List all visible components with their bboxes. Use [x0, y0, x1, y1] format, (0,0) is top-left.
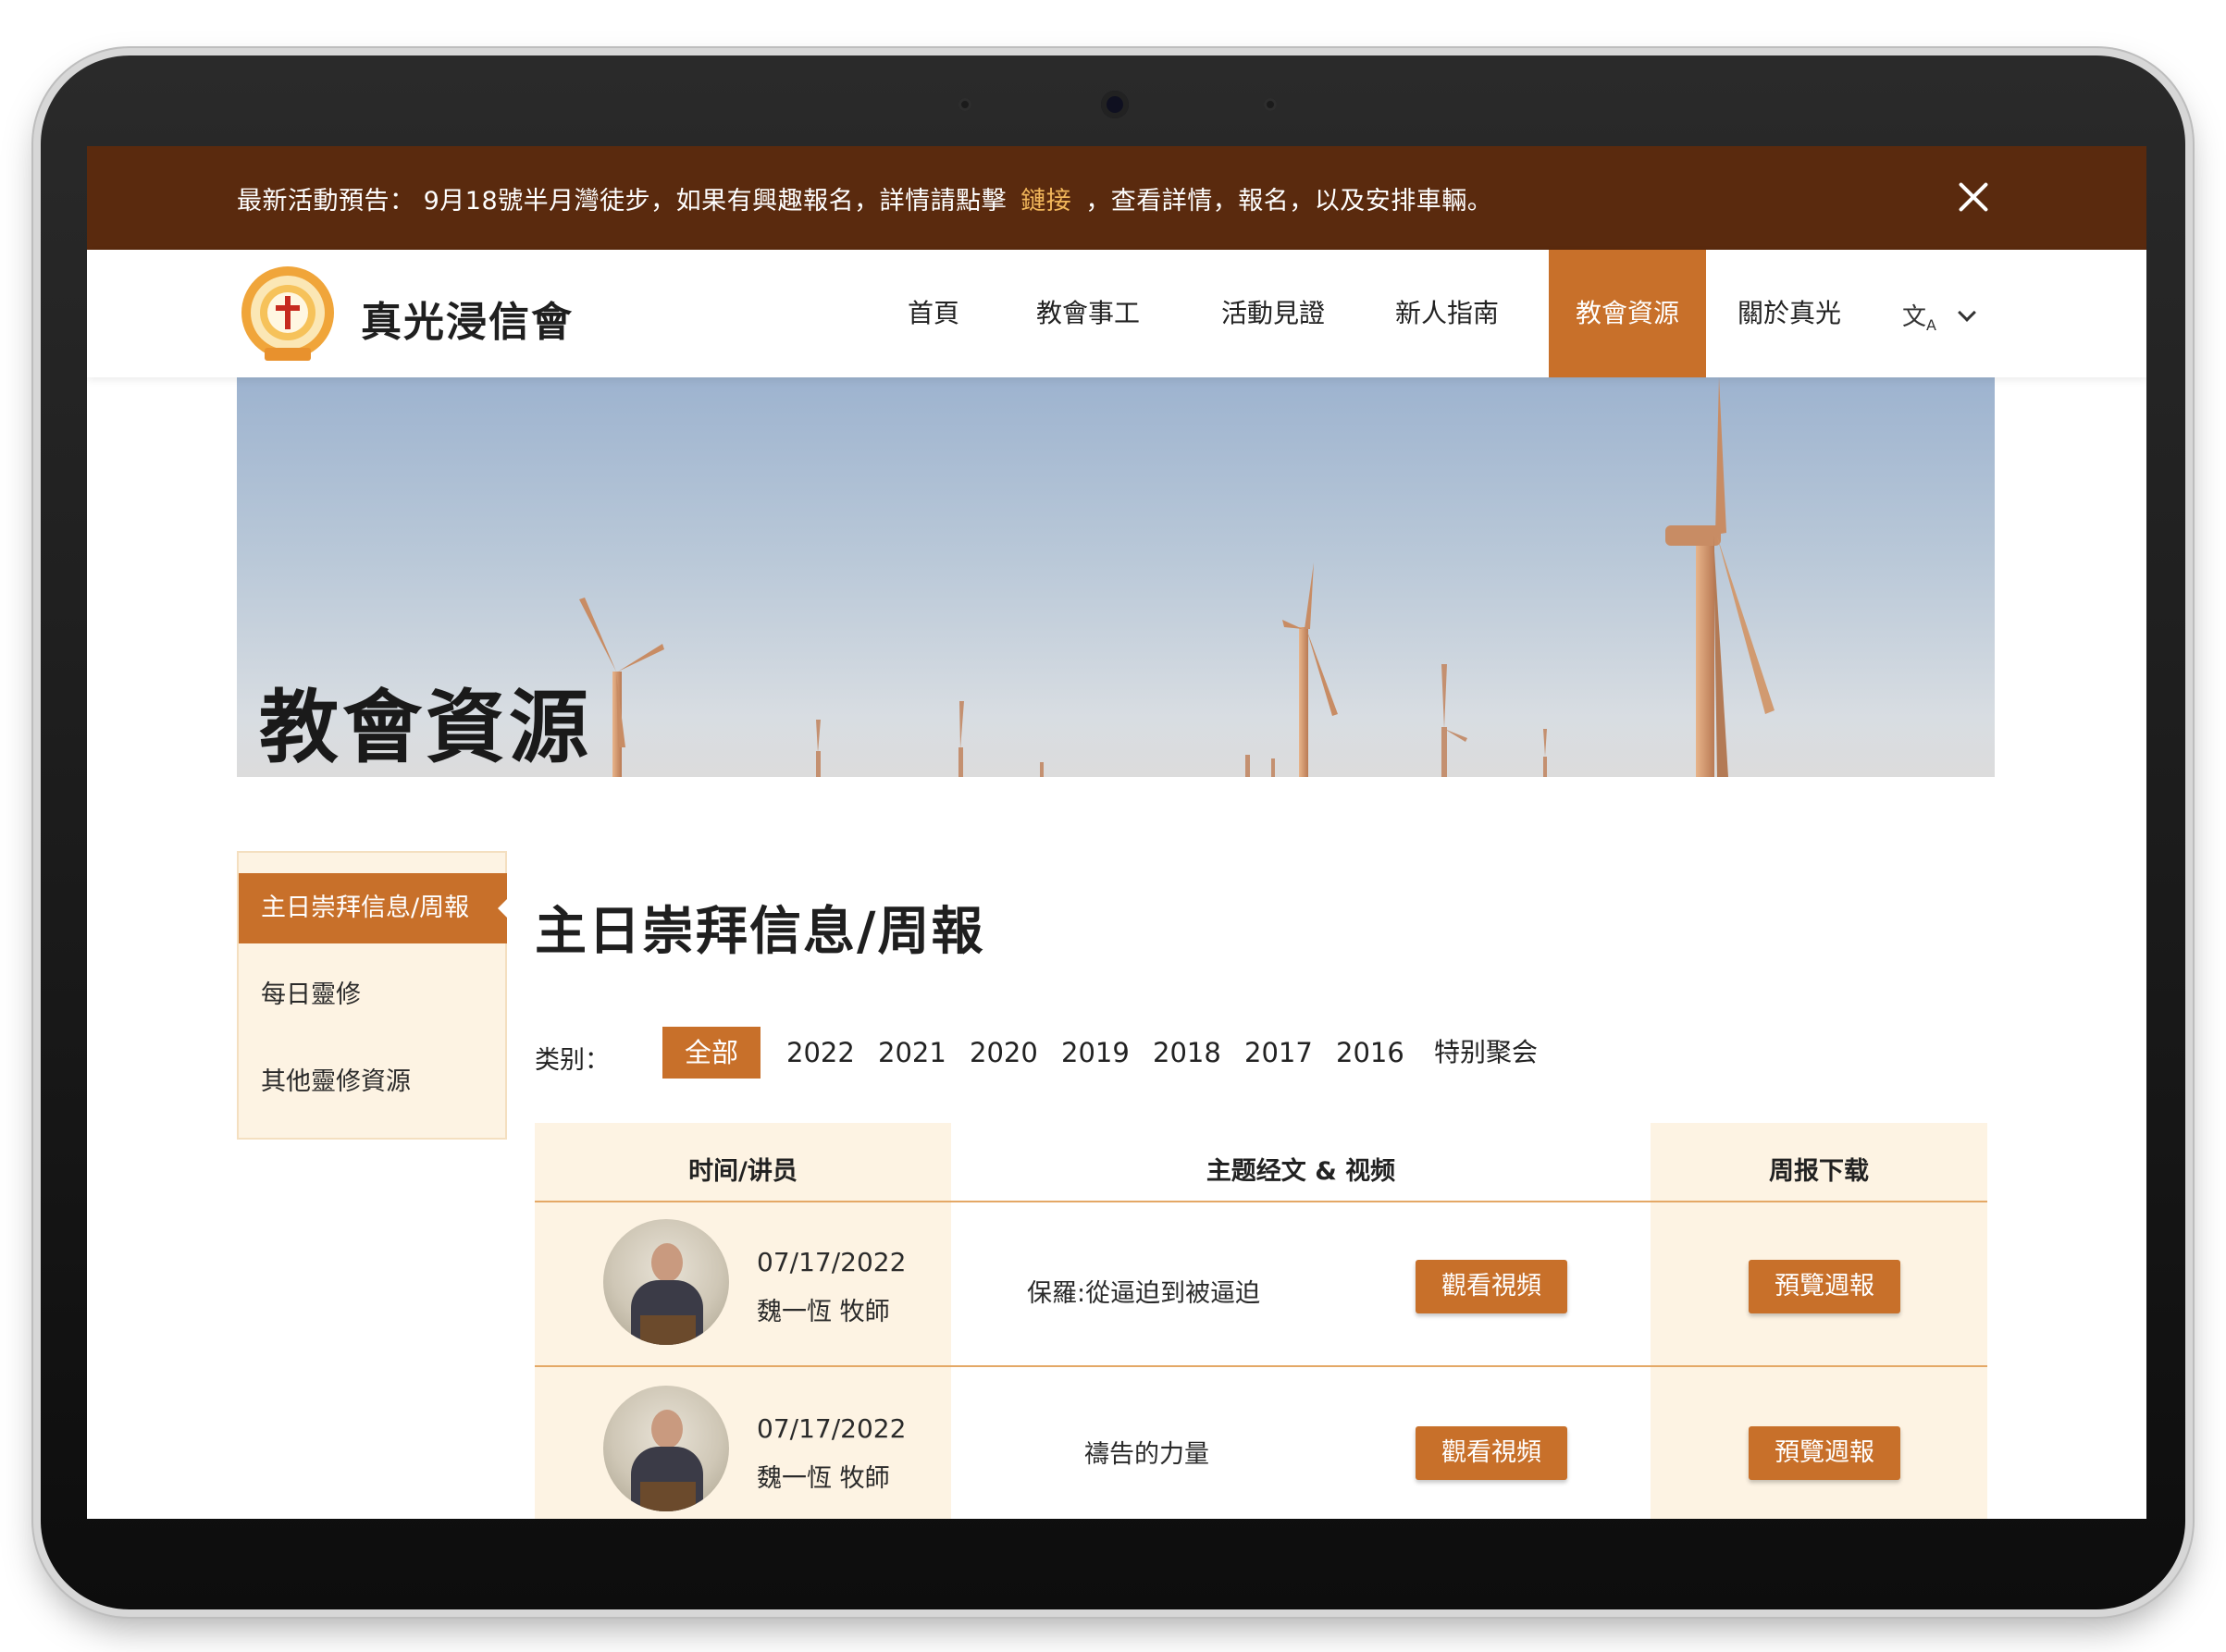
sidebar-item-sunday-worship[interactable]: 主日崇拜信息/周報	[239, 873, 509, 943]
sidebar-item-daily-devotion[interactable]: 每日靈修	[239, 960, 507, 1030]
table-header-topic: 主题经文 & 视频	[1206, 1157, 1396, 1186]
filter-2020[interactable]: 2020	[970, 1027, 1038, 1079]
church-logo[interactable]	[237, 265, 339, 366]
filter-2022[interactable]: 2022	[786, 1027, 855, 1079]
filter-all[interactable]: 全部	[662, 1027, 761, 1079]
language-selector[interactable]: 文A	[1902, 298, 1977, 335]
watch-video-button[interactable]: 觀看視頻	[1416, 1426, 1567, 1480]
hero-banner: 教會資源	[237, 377, 1995, 777]
announcement-bar: 最新活動預告： 9月18號半月灣徒步，如果有興趣報名，詳情請點擊 鏈接 ，查看詳…	[87, 146, 2146, 250]
sermon-date: 07/17/2022	[757, 1247, 907, 1277]
nav-home[interactable]: 首頁	[892, 250, 975, 377]
table-header-date: 时间/讲员	[688, 1157, 798, 1186]
browser-viewport: 最新活動預告： 9月18號半月灣徒步，如果有興趣報名，詳情請點擊 鏈接 ，查看詳…	[87, 146, 2146, 1519]
announcement-text: 最新活動預告： 9月18號半月灣徒步，如果有興趣報名，詳情請點擊	[237, 186, 1008, 216]
table-divider	[535, 1365, 1987, 1367]
page-title: 主日崇拜信息/周報	[535, 902, 985, 962]
translate-icon: 文A	[1902, 303, 1936, 335]
filter-2017[interactable]: 2017	[1244, 1027, 1313, 1079]
brand-name[interactable]: 真光浸信會	[361, 289, 574, 348]
nav-about[interactable]: 關於真光	[1725, 250, 1854, 377]
table-divider	[535, 1201, 1987, 1202]
tablet-side-button-right	[2185, 250, 2193, 361]
preview-bulletin-button[interactable]: 預覽週報	[1749, 1426, 1900, 1480]
speaker-avatar	[603, 1219, 729, 1345]
site-header: 真光浸信會 首頁 教會事工 活動見證 新人指南 教會資源 關於真光 文A	[87, 250, 2146, 377]
filter-2021[interactable]: 2021	[878, 1027, 946, 1079]
nav-newcomers[interactable]: 新人指南	[1382, 250, 1512, 377]
close-icon[interactable]	[1952, 176, 1995, 218]
speaker-avatar	[603, 1386, 729, 1511]
filter-label: 类别：	[535, 1046, 610, 1075]
nav-events[interactable]: 活動見證	[1208, 250, 1338, 377]
front-camera	[1101, 91, 1129, 118]
watch-video-button[interactable]: 觀看視頻	[1416, 1260, 1567, 1313]
sensor-dot-right	[1264, 98, 1277, 111]
sermon-date: 07/17/2022	[757, 1413, 907, 1444]
sermon-speaker: 魏一恆 牧師	[757, 1464, 890, 1493]
sensor-dot-left	[958, 98, 971, 111]
nav-ministries[interactable]: 教會事工	[1023, 250, 1153, 377]
resources-sidebar: 主日崇拜信息/周報 每日靈修 其他靈修資源	[237, 851, 509, 1140]
preview-bulletin-button[interactable]: 預覽週報	[1749, 1260, 1900, 1313]
sermon-speaker: 魏一恆 牧師	[757, 1298, 890, 1326]
sermon-title: 禱告的力量	[1084, 1440, 1209, 1469]
nav-resources[interactable]: 教會資源	[1549, 250, 1706, 377]
announcement-text-after: ，查看詳情，報名，以及安排車輛。	[1085, 186, 1493, 216]
filter-2019[interactable]: 2019	[1061, 1027, 1130, 1079]
filter-2018[interactable]: 2018	[1153, 1027, 1221, 1079]
tablet-side-button-left	[33, 222, 41, 398]
announcement-link[interactable]: 鏈接	[1020, 187, 1071, 216]
table-header-bulletin: 周报下载	[1769, 1157, 1869, 1186]
filter-special[interactable]: 特别聚会	[1434, 1027, 1538, 1079]
hero-title: 教會資源	[259, 682, 592, 774]
sermon-title: 保羅:從逼迫到被逼迫	[1027, 1279, 1261, 1308]
filter-2016[interactable]: 2016	[1336, 1027, 1404, 1079]
sidebar-item-other-resources[interactable]: 其他靈修資源	[239, 1047, 507, 1117]
chevron-down-icon	[1958, 303, 1977, 322]
announcement-message: 最新活動預告： 9月18號半月灣徒步，如果有興趣報名，詳情請點擊 鏈接 ，查看詳…	[237, 180, 1492, 216]
